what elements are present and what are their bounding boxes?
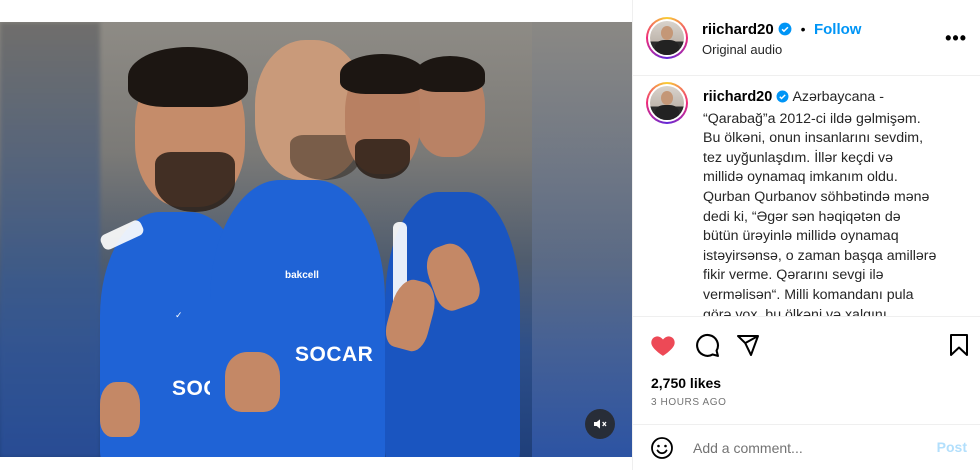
caption-line: verməlisən“. Milli komandanı pula bbox=[703, 286, 914, 303]
caption-text: riichard20 Azərbaycana - “Qarabağ”a 2012… bbox=[703, 88, 975, 316]
post-actions: 2,750 likes 3 HOURS AGO bbox=[633, 316, 980, 424]
caption-line: Bu ölkəni, onun insanlarını sevdim, bbox=[703, 130, 924, 147]
share-button[interactable] bbox=[734, 331, 762, 359]
blurred-player-right bbox=[532, 22, 632, 457]
caption-line: görə yox, bu ölkəni və xalqını bbox=[703, 306, 887, 316]
heart-icon bbox=[651, 336, 675, 356]
post-comment-button[interactable]: Post bbox=[937, 439, 967, 455]
caption-line: dedi ki, “Əgər sən həqiqətən də bbox=[703, 208, 901, 225]
mute-toggle-button[interactable] bbox=[585, 409, 615, 439]
comment-icon bbox=[695, 333, 719, 357]
emoji-icon bbox=[651, 437, 673, 459]
caption-line: tez uyğunlaşdım. İllər keçdi və bbox=[703, 149, 894, 166]
avatar[interactable] bbox=[646, 17, 688, 59]
speaker-muted-icon bbox=[594, 419, 607, 429]
verified-badge-icon bbox=[776, 90, 789, 110]
post-side-panel: riichard20 • Follow Original audio ••• r… bbox=[632, 0, 980, 470]
verified-badge-icon bbox=[778, 22, 792, 41]
caption-line: “Qarabağ”a 2012-ci ildə gəlmişəm. bbox=[703, 110, 921, 127]
follow-button[interactable]: Follow bbox=[814, 21, 862, 38]
caption-line: Qurban Qurbanov söhbətində mənə bbox=[703, 188, 930, 205]
hand-foreground-2 bbox=[100, 382, 140, 437]
caption-line: millidə oynamaq imkanım oldu. bbox=[703, 169, 898, 186]
caption-line: fikir verme. Qərarını sevgi ilə bbox=[703, 267, 884, 284]
username-link[interactable]: riichard20 bbox=[702, 21, 774, 38]
caption-avatar[interactable] bbox=[646, 82, 688, 124]
caption-line: bütün ürəyinlə millidə oynamaq bbox=[703, 228, 899, 245]
post-media[interactable]: ✓ SOC bakcell SOCAR bbox=[0, 0, 632, 470]
comment-button[interactable] bbox=[693, 331, 721, 359]
more-options-icon[interactable]: ••• bbox=[945, 28, 967, 49]
blurred-player-left bbox=[0, 22, 100, 457]
caption-line: istəyirsənsə, o zaman başqa amillərə bbox=[703, 247, 937, 264]
shirt-brand: bakcell bbox=[285, 270, 319, 281]
comment-bar: Post bbox=[633, 424, 980, 470]
paper-plane-icon bbox=[737, 335, 759, 356]
post-timestamp[interactable]: 3 HOURS AGO bbox=[651, 397, 727, 408]
caption-section: riichard20 Azərbaycana - “Qarabağ”a 2012… bbox=[633, 76, 980, 316]
bookmark-icon bbox=[950, 334, 968, 356]
video-frame[interactable]: ✓ SOC bakcell SOCAR bbox=[0, 22, 632, 457]
save-button[interactable] bbox=[945, 331, 973, 359]
hand-foreground bbox=[225, 352, 280, 412]
post-header: riichard20 • Follow Original audio ••• bbox=[633, 0, 980, 76]
like-button[interactable] bbox=[649, 331, 677, 359]
caption-username[interactable]: riichard20 bbox=[703, 89, 772, 105]
caption-line: Azərbaycana - bbox=[792, 89, 884, 105]
likes-count[interactable]: 2,750 likes bbox=[651, 375, 721, 391]
audio-label[interactable]: Original audio bbox=[702, 42, 782, 57]
sponsor-text-main: SOCAR bbox=[295, 343, 374, 366]
emoji-button[interactable] bbox=[649, 435, 675, 461]
shirt-logo-left: ✓ bbox=[175, 310, 183, 320]
separator-dot: • bbox=[800, 21, 806, 37]
comment-input[interactable] bbox=[693, 438, 923, 458]
